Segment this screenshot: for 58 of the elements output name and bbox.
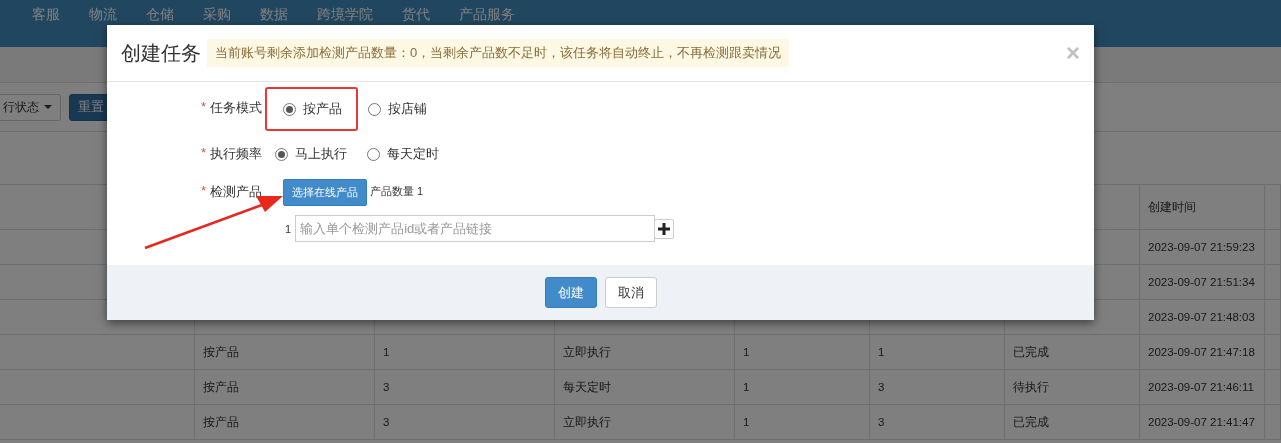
table-cell: 待执行 xyxy=(1005,370,1140,405)
table-cell: 3 xyxy=(375,370,555,405)
radio-icon[interactable] xyxy=(283,102,296,116)
table-cell: 2023-09-07 21:59:23 xyxy=(1140,230,1265,265)
cancel-button[interactable]: 取消 xyxy=(604,277,657,308)
table-cell: 2023-09-07 21:51:34 xyxy=(1140,265,1265,300)
header-cell: 创建时间 xyxy=(1140,185,1265,230)
table-cell: 1 xyxy=(375,335,555,370)
nav-item[interactable]: 客服 xyxy=(32,7,60,22)
table-cell: 按产品 xyxy=(195,405,375,440)
table-cell: 立即执行 xyxy=(555,405,735,440)
nav-item[interactable]: 数据 xyxy=(260,7,288,22)
nav-item[interactable]: 产品服务 xyxy=(459,7,515,22)
close-button[interactable]: × xyxy=(1066,41,1080,65)
table-cell: 2023-09-07 21:46:11 xyxy=(1140,370,1265,405)
table-cell: 已完成 xyxy=(1005,335,1140,370)
nav-item[interactable]: 物流 xyxy=(89,7,117,22)
table-cell: 3 xyxy=(870,370,1005,405)
radio-option[interactable]: 马上执行 xyxy=(265,143,357,165)
nav-item[interactable]: 跨境学院 xyxy=(317,7,373,22)
add-button[interactable] xyxy=(654,218,675,239)
nav-item[interactable]: 采购 xyxy=(203,7,231,22)
table-cell: 2023-09-07 21:47:18 xyxy=(1140,335,1265,370)
nav-item[interactable]: 仓储 xyxy=(146,7,174,22)
table-cell: 已完成 xyxy=(1005,405,1140,440)
nav-item[interactable]: 货代 xyxy=(402,7,430,22)
required-marker: * xyxy=(200,145,206,162)
field-label: 任务模式 xyxy=(210,99,262,117)
required-marker: * xyxy=(200,183,206,200)
status-dropdown[interactable]: 行状态 xyxy=(0,93,61,121)
radio-icon[interactable] xyxy=(367,147,380,161)
select-product-button[interactable]: 选择在线产品 xyxy=(283,179,367,206)
table-cell: 按产品 xyxy=(195,335,375,370)
table-cell: 1 xyxy=(870,335,1005,370)
field-label: 执行频率 xyxy=(210,145,262,163)
dialog-title: 创建任务 xyxy=(121,40,201,66)
table-cell: 3 xyxy=(375,405,555,440)
table-cell: 2023-09-07 21:48:03 xyxy=(1140,300,1265,335)
table-cell: 1 xyxy=(735,370,870,405)
row-number: 1 xyxy=(285,222,292,235)
radio-icon[interactable] xyxy=(275,147,288,161)
table-cell: 1 xyxy=(735,335,870,370)
notice-banner: 当前账号剩余添加检测产品数量：0，当剩余产品数不足时，该任务将自动终止，不再检测跟卖情况 xyxy=(207,39,790,67)
radio-option[interactable]: 按店铺 xyxy=(358,98,437,120)
plus-icon xyxy=(658,222,671,235)
required-marker: * xyxy=(200,99,206,116)
radio-option[interactable]: 按产品 xyxy=(265,87,358,131)
table-cell: 立即执行 xyxy=(555,335,735,370)
table-cell: 每天定时 xyxy=(555,370,735,405)
table-cell: 1 xyxy=(735,405,870,440)
radio-option[interactable]: 每天定时 xyxy=(357,143,449,165)
table-cell: 2023-09-07 21:41:47 xyxy=(1140,405,1265,440)
radio-icon[interactable] xyxy=(368,102,381,116)
product-input[interactable]: 输入单个检测产品id或者产品链接 xyxy=(295,215,656,242)
create-button[interactable]: 创建 xyxy=(544,277,597,308)
product-count: 产品数量 1 xyxy=(370,184,424,199)
table-cell: 按产品 xyxy=(195,370,375,405)
table-cell: 3 xyxy=(870,405,1005,440)
